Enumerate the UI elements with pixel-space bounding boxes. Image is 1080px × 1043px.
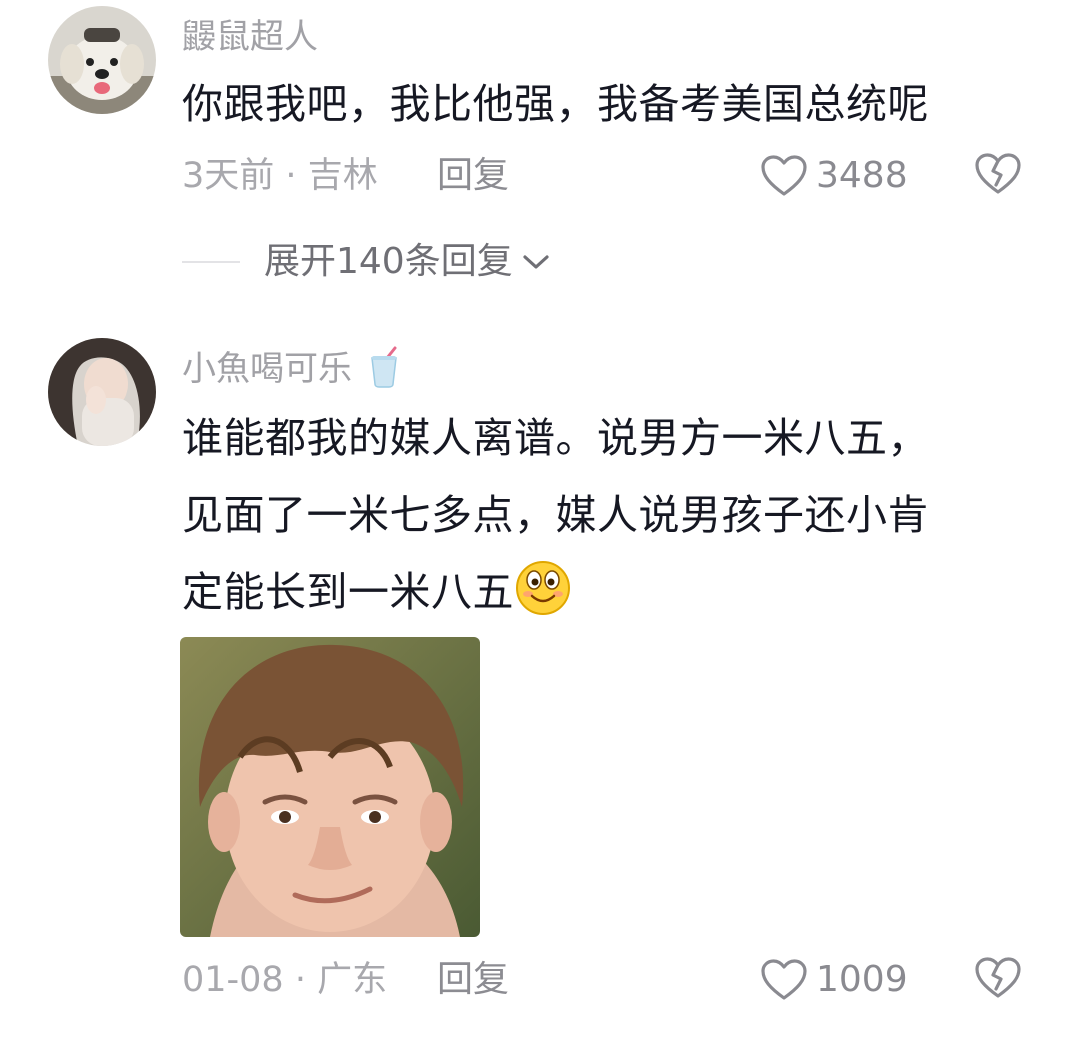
comment-text-line: 见面了一米七多点，媒人说男孩子还小肯 bbox=[182, 491, 929, 539]
reply-button[interactable]: 回复 bbox=[437, 154, 509, 198]
expand-replies-label: 展开140条回复 bbox=[264, 241, 513, 282]
heart-icon bbox=[761, 959, 807, 1000]
comment-time: 3天前 bbox=[182, 156, 275, 196]
heart-icon bbox=[761, 155, 807, 196]
username[interactable]: 小魚喝可乐 bbox=[182, 346, 401, 390]
comment-meta: 01-08 · 广东 bbox=[182, 958, 387, 1002]
username[interactable]: 鼹鼠超人 bbox=[182, 16, 318, 58]
like-button[interactable]: 1009 bbox=[760, 955, 908, 1005]
comment-text-line: 谁能都我的媒人离谱。说男方一米八五， bbox=[182, 414, 929, 462]
puppy-avatar-icon bbox=[48, 6, 156, 114]
expand-replies-button[interactable]: 展开140条回复 bbox=[182, 240, 551, 284]
username-text: 小魚喝可乐 bbox=[182, 349, 352, 389]
comment-text-line-last: 定能长到一米八五 bbox=[182, 554, 1042, 631]
comment-text-line: 定能长到一米八五 bbox=[182, 568, 514, 616]
girl-avatar-icon bbox=[48, 338, 156, 446]
reply-button[interactable]: 回复 bbox=[437, 958, 509, 1002]
comment-image[interactable] bbox=[180, 637, 480, 937]
user-avatar[interactable] bbox=[48, 338, 156, 446]
comment-time: 01-08 bbox=[182, 960, 284, 1000]
comment-meta: 3天前 · 吉林 bbox=[182, 154, 378, 198]
comment-location: 吉林 bbox=[307, 156, 378, 196]
meta-separator: · bbox=[294, 960, 318, 1000]
cup-drink-icon bbox=[370, 346, 397, 388]
kid-smirk-meme-photo bbox=[180, 637, 480, 937]
like-count: 1009 bbox=[816, 959, 908, 1000]
meta-separator: · bbox=[285, 156, 308, 196]
smiling-face-emoji-icon bbox=[516, 561, 570, 615]
expand-divider-line bbox=[182, 261, 240, 263]
chevron-down-icon bbox=[523, 255, 549, 269]
like-count: 3488 bbox=[816, 155, 908, 196]
like-button[interactable]: 3488 bbox=[760, 151, 908, 201]
comment-2: 小魚喝可乐 谁能都我的媒人离谱。说男方一米八五， 见面了一米七多点，媒人说男孩子… bbox=[0, 330, 1080, 1043]
broken-heart-icon[interactable] bbox=[974, 150, 1022, 198]
broken-heart-icon[interactable] bbox=[974, 954, 1022, 1002]
comment-text: 谁能都我的媒人离谱。说男方一米八五， 见面了一米七多点，媒人说男孩子还小肯 定能… bbox=[182, 400, 1042, 631]
comment-location: 广东 bbox=[317, 960, 388, 1000]
comment-1: 鼹鼠超人 你跟我吧，我比他强，我备考美国总统呢 3天前 · 吉林 回复 3488… bbox=[0, 0, 1080, 300]
user-avatar[interactable] bbox=[48, 6, 156, 114]
comment-text: 你跟我吧，我比他强，我备考美国总统呢 bbox=[182, 80, 929, 128]
